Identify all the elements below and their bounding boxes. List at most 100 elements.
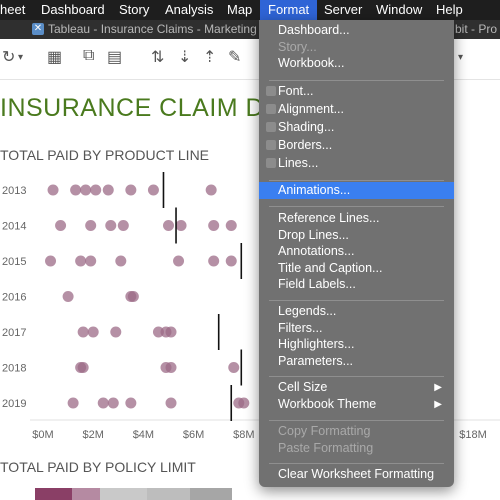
tableau-icon: ✕ — [32, 23, 44, 35]
alignment-icon — [266, 104, 276, 114]
x-tick-label: $6M — [183, 429, 204, 441]
data-point — [45, 255, 57, 267]
data-point — [102, 184, 114, 196]
menu-item-parameters[interactable]: Parameters... — [259, 353, 454, 370]
data-point — [225, 220, 237, 231]
menu-item-field-labels[interactable]: Field Labels... — [259, 276, 454, 293]
menu-item-dashboard[interactable]: Dashboard... — [259, 22, 454, 39]
sort-descending-icon[interactable]: ⇡ — [203, 47, 216, 67]
submenu-arrow-icon: ▶ — [434, 399, 442, 410]
menu-item-label: Lines... — [278, 156, 319, 170]
year-label: 2013 — [2, 185, 26, 197]
data-point — [125, 397, 137, 409]
menu-item-font[interactable]: Font... — [259, 83, 454, 100]
menu-separator — [269, 376, 444, 377]
data-point — [77, 326, 89, 338]
menubar-item-help[interactable]: Help — [436, 0, 463, 20]
menu-item-paste-formatting[interactable]: Paste Formatting — [259, 440, 454, 457]
shading-icon — [266, 122, 276, 132]
font-icon — [266, 86, 276, 96]
data-point — [117, 220, 129, 231]
data-point — [225, 255, 237, 267]
swap-icon[interactable]: ⇅ — [151, 47, 164, 67]
window-title-suffix: bit - Pro — [455, 22, 498, 36]
menu-item-borders[interactable]: Borders... — [259, 137, 454, 154]
data-point — [173, 255, 185, 267]
data-point — [75, 255, 87, 267]
data-point — [238, 397, 250, 409]
data-point — [67, 397, 79, 409]
menubar-item-format[interactable]: Format — [260, 0, 318, 20]
menu-item-label: Filters... — [278, 321, 323, 335]
lines-icon — [266, 158, 276, 168]
menu-item-workbook-theme[interactable]: Workbook Theme ▶ — [259, 396, 454, 413]
menu-item-label: Legends... — [278, 304, 337, 318]
menu-item-story[interactable]: Story... — [259, 39, 454, 56]
menu-item-label: Highlighters... — [278, 337, 355, 351]
data-point — [147, 184, 159, 196]
menu-item-copy-formatting[interactable]: Copy Formatting — [259, 423, 454, 440]
x-tick-label: $8M — [233, 429, 254, 441]
refresh-dropdown-icon[interactable]: ▾ — [18, 52, 23, 63]
menu-item-alignment[interactable]: Alignment... — [259, 101, 454, 118]
data-point — [125, 184, 137, 196]
data-point — [165, 326, 177, 338]
menubar-item-story[interactable]: Story — [119, 0, 149, 20]
menu-item-clear-worksheet-formatting[interactable]: Clear Worksheet Formatting — [259, 466, 454, 483]
menubar-item-map[interactable]: Map — [227, 0, 252, 20]
menubar-item-window[interactable]: Window — [376, 0, 422, 20]
clear-sheet-icon[interactable]: ▤ — [107, 47, 122, 67]
highlight-icon[interactable]: ✎ — [228, 47, 241, 67]
menu-item-label: Story... — [278, 40, 317, 54]
menu-item-title-and-caption[interactable]: Title and Caption... — [259, 260, 454, 277]
menubar-item-heet[interactable]: heet — [0, 0, 25, 20]
menubar-item-dashboard[interactable]: Dashboard — [41, 0, 105, 20]
menu-item-label: Annotations... — [278, 244, 355, 258]
data-point — [85, 220, 97, 231]
data-point — [105, 220, 117, 231]
menu-item-cell-size[interactable]: Cell Size ▶ — [259, 379, 454, 396]
menu-item-label: Workbook... — [278, 56, 345, 70]
menu-separator — [269, 206, 444, 207]
policy-limit-bar — [35, 488, 72, 500]
menu-item-shading[interactable]: Shading... — [259, 119, 454, 136]
menu-item-highlighters[interactable]: Highlighters... — [259, 336, 454, 353]
year-label: 2019 — [2, 398, 26, 410]
x-tick-label: $18M — [459, 429, 487, 441]
data-point — [165, 362, 177, 373]
data-point — [163, 220, 174, 231]
menu-item-label: Cell Size — [278, 380, 328, 394]
menu-item-label: Font... — [278, 84, 314, 98]
sort-ascending-icon[interactable]: ⇣ — [178, 47, 191, 67]
menu-item-label: Borders... — [278, 138, 333, 152]
menu-item-annotations[interactable]: Annotations... — [259, 243, 454, 260]
menu-item-label: Animations... — [278, 183, 351, 197]
fit-dropdown-icon[interactable]: ▾ — [458, 52, 463, 63]
duplicate-sheet-icon[interactable]: ⧉ — [83, 47, 94, 65]
menu-item-drop-lines[interactable]: Drop Lines... — [259, 227, 454, 244]
menu-item-lines[interactable]: Lines... — [259, 155, 454, 172]
data-point — [87, 326, 99, 338]
menu-item-legends[interactable]: Legends... — [259, 303, 454, 320]
year-label: 2018 — [2, 363, 26, 375]
menu-item-reference-lines[interactable]: Reference Lines... — [259, 210, 454, 227]
menubar-item-analysis[interactable]: Analysis — [165, 0, 213, 20]
menu-item-animations[interactable]: Animations... — [259, 182, 454, 199]
menu-item-label: Parameters... — [278, 354, 354, 368]
data-point — [208, 255, 220, 267]
borders-icon — [266, 140, 276, 150]
menu-item-label: Field Labels... — [278, 277, 356, 291]
menubar-item-server[interactable]: Server — [324, 0, 362, 20]
menu-item-filters[interactable]: Filters... — [259, 320, 454, 337]
new-sheet-icon[interactable]: ▦ — [47, 47, 62, 67]
data-point — [127, 291, 139, 302]
x-tick-label: $4M — [133, 429, 154, 441]
data-point — [208, 220, 220, 231]
menu-item-workbook[interactable]: Workbook... — [259, 55, 454, 72]
year-label: 2016 — [2, 292, 26, 304]
data-point — [70, 184, 82, 196]
data-point — [77, 362, 89, 373]
refresh-icon[interactable]: ↻ — [2, 47, 15, 67]
menu-item-label: Copy Formatting — [278, 424, 371, 438]
policy-limit-bar — [190, 488, 232, 500]
